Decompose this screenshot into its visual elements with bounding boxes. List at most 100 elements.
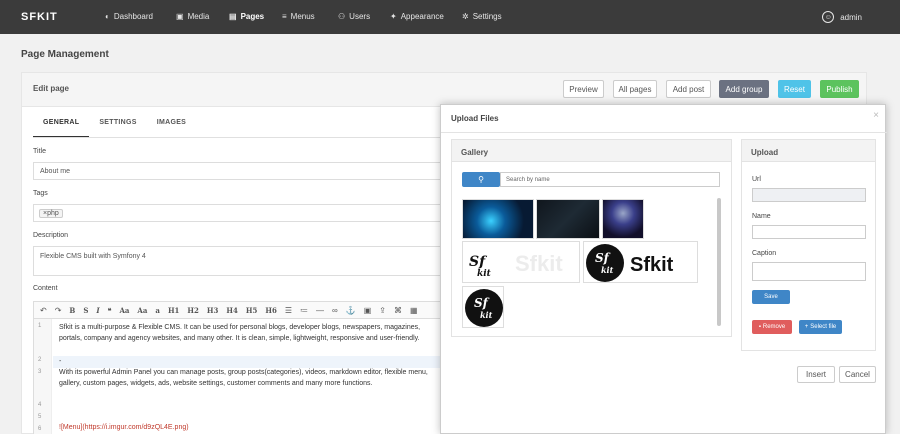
- upload-files-modal: Upload Files × Gallery ⚲ Search by name …: [440, 104, 887, 434]
- nav-item-label: Users: [349, 12, 371, 21]
- insert-button[interactable]: Insert: [797, 366, 835, 383]
- gallery-image[interactable]: Sf kit: [462, 286, 504, 328]
- select-file-button[interactable]: + Select file: [799, 320, 842, 334]
- panel-header: Edit page Preview All pages Add post Add…: [22, 73, 866, 107]
- uppercase-button[interactable]: Aa: [119, 306, 129, 315]
- search-icon: ⚲: [478, 175, 484, 184]
- heading-3-button[interactable]: H3: [207, 306, 218, 315]
- markdown-editor[interactable]: 1 2 3 4 5 6 7 Sfkit is a multi-purpose &…: [33, 318, 443, 434]
- gallery-image[interactable]: Sf kit Sfkit: [462, 241, 580, 283]
- tags-field[interactable]: ×php: [33, 204, 443, 222]
- upload-icon[interactable]: ⇪: [379, 306, 386, 315]
- svg-text:kit: kit: [480, 310, 493, 320]
- quote-button[interactable]: ❝: [108, 306, 112, 315]
- nav-item-media[interactable]: ▣ Media: [176, 12, 209, 21]
- tag-chip[interactable]: ×php: [39, 208, 63, 218]
- code-icon[interactable]: ⌘: [394, 306, 402, 315]
- nav-item-menus[interactable]: ≡ Menus: [282, 12, 315, 21]
- heading-2-button[interactable]: H2: [187, 306, 198, 315]
- sfkit-logo-image: Sf kit Sfkit: [586, 244, 674, 282]
- image-icon[interactable]: ▣: [364, 306, 372, 315]
- description-field[interactable]: Flexible CMS built with Symfony 4: [33, 246, 443, 276]
- table-icon[interactable]: ▦: [410, 306, 418, 315]
- panel-title: Edit page: [33, 84, 70, 93]
- modal-title: Upload Files: [451, 114, 499, 123]
- tab-images[interactable]: IMAGES: [147, 119, 196, 138]
- url-field: [752, 188, 866, 202]
- add-group-button[interactable]: Add group: [719, 80, 769, 98]
- user-icon: ☺: [822, 11, 835, 23]
- remove-label: Remove: [762, 324, 786, 330]
- url-label: Url: [752, 176, 761, 183]
- user-menu[interactable]: ☺ admin: [822, 11, 862, 23]
- heading-4-button[interactable]: H4: [226, 306, 237, 315]
- modal-divider: [441, 132, 887, 133]
- plus-icon: +: [804, 324, 809, 330]
- link-icon[interactable]: ∞: [332, 306, 338, 315]
- puzzle-icon: ✦: [390, 12, 397, 21]
- bullet-list-icon[interactable]: ☰: [285, 306, 292, 315]
- remove-button[interactable]: ▪ Remove: [752, 320, 792, 334]
- nav-item-label: Appearance: [400, 12, 444, 21]
- redo-icon[interactable]: ↷: [55, 306, 62, 315]
- gear-icon: ✲: [462, 12, 469, 21]
- upload-panel: Upload Url Name Caption Save ▪ Remove + …: [741, 139, 876, 351]
- caption-label: Caption: [752, 250, 777, 257]
- gallery-title: Gallery: [452, 140, 731, 162]
- gallery-image[interactable]: [602, 199, 644, 239]
- save-button[interactable]: Save: [752, 290, 790, 304]
- reset-button[interactable]: Reset: [778, 80, 811, 98]
- cancel-button[interactable]: Cancel: [839, 366, 876, 383]
- logo-text: Sfkit: [630, 254, 674, 276]
- description-value: Flexible CMS built with Symfony 4: [40, 253, 146, 260]
- description-label: Description: [33, 232, 69, 239]
- add-post-button[interactable]: Add post: [666, 80, 711, 98]
- strikethrough-button[interactable]: S: [83, 306, 88, 315]
- nav-item-label: Pages: [240, 12, 265, 21]
- svg-text:Sf: Sf: [474, 296, 490, 310]
- all-pages-button[interactable]: All pages: [613, 80, 657, 98]
- gallery-image[interactable]: [462, 199, 534, 239]
- heading-6-button[interactable]: H6: [265, 306, 276, 315]
- heading-1-button[interactable]: H1: [168, 306, 179, 315]
- gallery-image[interactable]: Sf kit Sfkit: [583, 241, 698, 283]
- gallery-scrollbar[interactable]: [717, 198, 721, 326]
- italic-button[interactable]: I: [96, 306, 99, 315]
- lowercase-button[interactable]: a: [155, 306, 160, 315]
- nav-item-dashboard[interactable]: ◐ Dashboard: [105, 12, 153, 21]
- tab-settings[interactable]: SETTINGS: [89, 119, 146, 138]
- editor-line-link: ![Menu](https://i.imgur.com/d9zQL4E.png): [59, 424, 189, 431]
- nav-item-label: Media: [187, 12, 210, 21]
- nav-item-appearance[interactable]: ✦ Appearance: [390, 12, 444, 21]
- numbered-list-icon[interactable]: ≔: [300, 306, 308, 315]
- nav-item-label: Settings: [472, 12, 502, 21]
- upload-title: Upload: [742, 140, 875, 162]
- horizontal-rule-icon[interactable]: —: [316, 306, 324, 315]
- search-input[interactable]: Search by name: [500, 172, 720, 187]
- anchor-icon[interactable]: ⚓: [346, 306, 356, 315]
- search-button[interactable]: ⚲: [462, 172, 500, 187]
- close-icon[interactable]: ×: [873, 110, 879, 121]
- tab-bar: GENERAL SETTINGS IMAGES: [33, 119, 196, 138]
- image-icon: ▣: [176, 12, 184, 21]
- line-gutter: [34, 319, 52, 434]
- heading-5-button[interactable]: H5: [246, 306, 257, 315]
- preview-button[interactable]: Preview: [563, 80, 604, 98]
- line-number: 2: [38, 357, 42, 363]
- capitalize-button[interactable]: Aa: [137, 306, 147, 315]
- name-field[interactable]: [752, 225, 866, 239]
- nav-item-settings[interactable]: ✲ Settings: [462, 12, 502, 21]
- tab-general[interactable]: GENERAL: [33, 119, 90, 138]
- title-field[interactable]: About me: [33, 162, 443, 180]
- top-navbar: SFKIT ◐ Dashboard ▣ Media ▤ Pages ≡ Menu…: [0, 0, 900, 34]
- nav-item-pages[interactable]: ▤ Pages: [229, 12, 264, 21]
- nav-item-users[interactable]: ⚇ Users: [338, 12, 370, 21]
- gallery-image[interactable]: [536, 199, 600, 239]
- brand-logo[interactable]: SFKIT: [21, 11, 58, 23]
- bold-button[interactable]: B: [69, 306, 75, 315]
- users-icon: ⚇: [338, 12, 346, 21]
- name-label: Name: [752, 213, 771, 220]
- caption-field[interactable]: [752, 262, 866, 281]
- undo-icon[interactable]: ↶: [40, 306, 47, 315]
- publish-button[interactable]: Publish: [820, 80, 859, 98]
